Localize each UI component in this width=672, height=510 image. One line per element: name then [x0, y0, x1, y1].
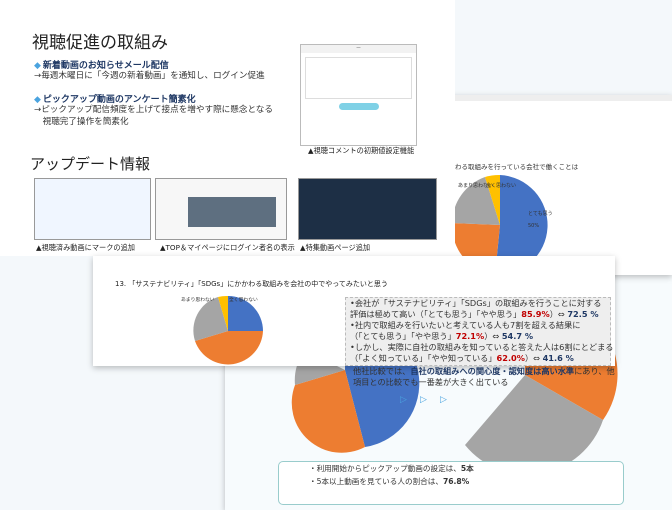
thumb-caption: ▲視聴済み動画にマークの追加 — [36, 243, 135, 252]
right-pie-label: とても思う — [528, 211, 553, 217]
mock-submit-button — [338, 103, 379, 110]
left-slide: 視聴促進の取組み ◆ 新着動画のお知らせメール配信 →毎週木曜日に「今週の新着動画… — [0, 0, 455, 256]
note-line: ・利用開始からピックアップ動画の設定は、5本 — [309, 464, 474, 473]
bullet-body: 視聴完了操作を簡素化 — [34, 117, 129, 127]
note-line: ・5本以上動画を見ている人の割合は、76.8% — [309, 477, 470, 486]
mock-caption: ▲視聴コメントの初期値設定機能 — [308, 146, 415, 155]
summary-line: •しかし、実際に自社の取組みを知っていると答えた人は6割にとどまる — [350, 342, 614, 352]
mid-pie-chart: あまり思わない 全く思わない — [181, 295, 263, 365]
mock-titlebar: ― — [301, 45, 416, 53]
right-pie-label: 50% — [528, 223, 539, 229]
mock-textarea — [305, 57, 412, 99]
play-icon: ▷ — [400, 395, 407, 405]
survey-slide: 13. 「サステナビリティ」「SDGs」にかかわる取組みを会社の中でやってみたい… — [93, 256, 615, 366]
right-slide: かかわる取組みを行っている会社で働くことは とても思う 50% あまり思わない … — [440, 95, 672, 275]
thumbnail-video-strip — [188, 197, 276, 227]
bullet-body: →毎週木曜日に「今週の新着動画」を通知し、ログイン促進 — [34, 71, 265, 81]
comment-mock-window: ― — [300, 44, 417, 146]
play-icon: ▷ — [420, 395, 427, 405]
summary-footer: 他社比較では、自社の取組みへの関心度・認知度は高い水準にあり、他 項目との比較で… — [349, 366, 619, 388]
thumb-caption: ▲TOP＆マイページにログイン者名の表示 — [160, 243, 295, 252]
play-icon: ▷ — [440, 395, 447, 405]
summary-line: （「よく知っている」「やや知っている」62.0%）⇔ 41.6 % — [350, 353, 574, 363]
thumb-caption: ▲特集動画ページ追加 — [300, 243, 371, 252]
right-pie-label: 全く思わない — [486, 182, 516, 189]
summary-line: 他社比較では、自社の取組みへの関心度・認知度は高い水準にあり、他 — [353, 366, 615, 376]
mid-pie-label: あまり思わない — [181, 296, 215, 303]
bullet-body: →ピックアップ配信頻度を上げて接点を増やす際に懸念となる — [34, 105, 273, 115]
update-title: アップデート情報 — [30, 155, 151, 173]
mid-pie-label: 全く思わない — [229, 296, 258, 303]
right-pie-chart: とても思う 50% あまり思わない 全く思わない — [451, 174, 553, 275]
summary-line: •社内で取組みを行いたいと考えている人も7割を超える結果に — [350, 320, 581, 330]
summary-line: （「とても思う」「やや思う」72.1%）⇔ 54.7 % — [350, 331, 534, 341]
thumbnail-watched-mark — [34, 178, 151, 240]
summary-box: •会社が「サステナビリティ」「SDGs」の取組みを行うことに対する 評価は極めて… — [345, 297, 614, 366]
summary-line: •会社が「サステナビリティ」「SDGs」の取組みを行うことに対する — [350, 298, 602, 308]
summary-line: 評価は極めて高い（「とても思う」「やや思う」85.9%）⇔ 72.5 % — [350, 309, 599, 319]
summary-line: 項目との比較でも一番差が大きく出ている — [353, 377, 509, 387]
thumbnail-login-name — [155, 178, 287, 240]
notes-box: ・利用開始からピックアップ動画の設定は、5本 ・5本以上動画を見ている人の割合は… — [278, 461, 624, 505]
thumbnail-feature-page — [298, 178, 437, 240]
page-title: 視聴促進の取組み — [32, 33, 168, 53]
